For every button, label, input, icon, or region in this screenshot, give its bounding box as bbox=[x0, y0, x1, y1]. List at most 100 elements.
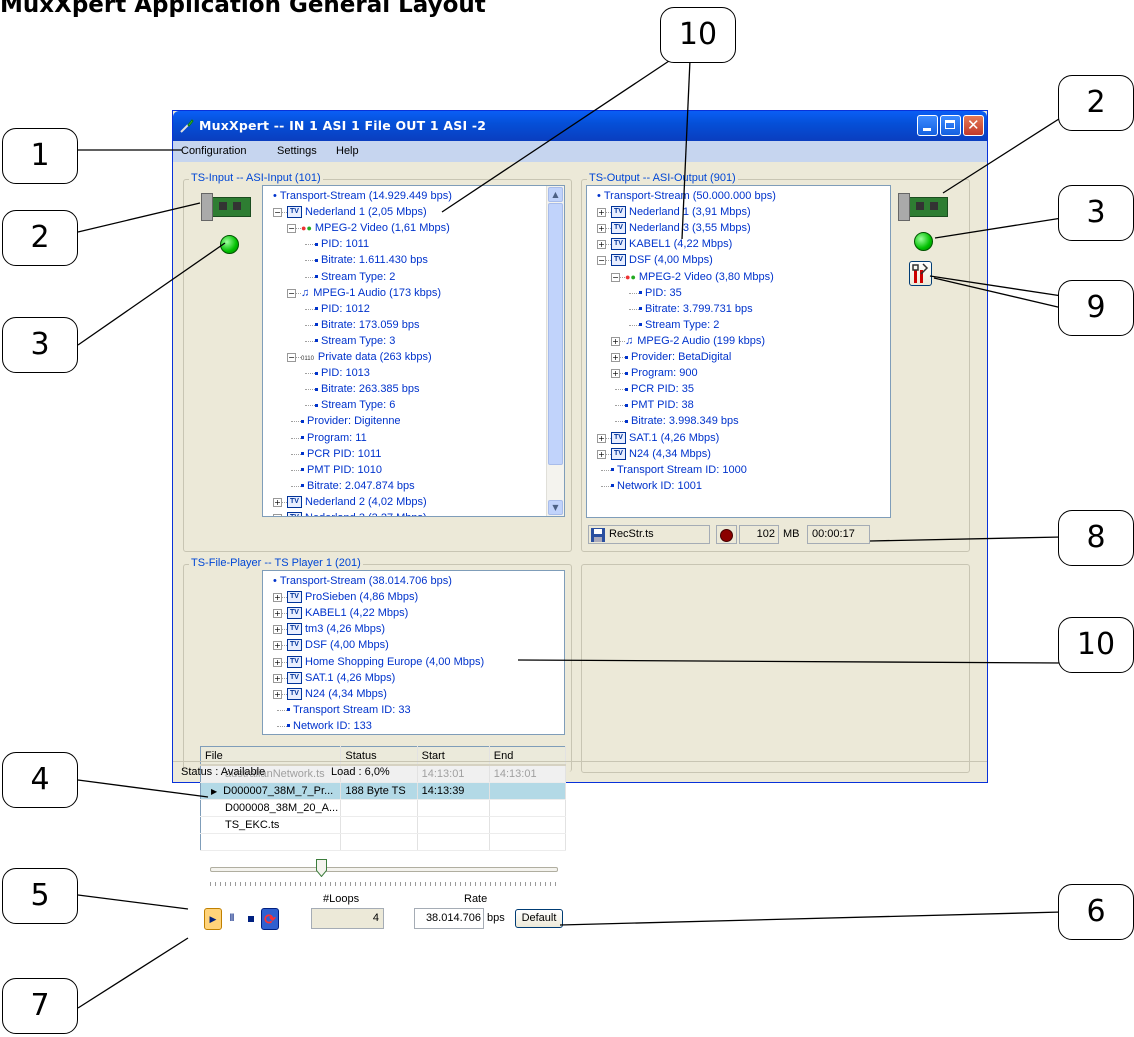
record-file-field[interactable]: RecStr.ts bbox=[588, 525, 710, 544]
tree-node[interactable]: TV KABEL1 (4,22 Mbps) bbox=[287, 606, 408, 620]
tree-node[interactable]: Bitrate: 3.998.349 bps bbox=[625, 414, 739, 428]
ts-input-tree[interactable]: ▲ ▼ • Transport-Stream (14.929.449 bps) − T… bbox=[262, 185, 565, 517]
slider-track[interactable] bbox=[210, 867, 558, 872]
expand-icon[interactable]: + bbox=[273, 689, 282, 699]
expand-icon[interactable]: + bbox=[611, 336, 620, 346]
tree-node[interactable]: Network ID: 133 bbox=[287, 719, 372, 733]
expand-icon[interactable]: + bbox=[611, 353, 620, 362]
menu-configuration[interactable]: Configuration bbox=[181, 145, 246, 157]
expand-icon[interactable]: + bbox=[273, 514, 282, 516]
collapse-icon[interactable]: − bbox=[287, 353, 296, 362]
expand-icon[interactable]: + bbox=[597, 224, 606, 234]
expand-icon[interactable]: + bbox=[597, 433, 606, 443]
tree-node[interactable]: PID: 1013 bbox=[315, 366, 370, 380]
ts-output-tree[interactable]: • Transport-Stream (50.000.000 bps) + TV Ned… bbox=[586, 185, 891, 518]
play-button[interactable]: ▶ bbox=[204, 908, 222, 930]
loop-button[interactable]: ⟳ bbox=[261, 908, 279, 930]
tree-node[interactable]: Program: 900 bbox=[625, 366, 698, 380]
tree-node[interactable]: 0110 Private data (263 kbps) bbox=[301, 350, 432, 366]
tree-node[interactable]: PCR PID: 1011 bbox=[301, 447, 381, 461]
scroll-up-icon[interactable]: ▲ bbox=[548, 187, 563, 202]
scroll-down-icon[interactable]: ▼ bbox=[548, 500, 563, 515]
tree-node[interactable]: TV SAT.1 (4,26 Mbps) bbox=[611, 431, 719, 445]
expand-icon[interactable]: + bbox=[273, 593, 282, 603]
tree-node[interactable]: Bitrate: 3.799.731 bps bbox=[639, 302, 753, 316]
tree-node[interactable]: TVNederland 3 (3,27 Mbps) bbox=[287, 511, 427, 516]
tree-node[interactable]: Program: 11 bbox=[301, 431, 367, 445]
collapse-icon[interactable]: − bbox=[611, 272, 620, 282]
tree-node[interactable]: TV Nederland 2 (4,02 Mbps) bbox=[287, 495, 427, 509]
tree-node[interactable]: Stream Type: 2 bbox=[639, 318, 719, 332]
tree-node[interactable]: Bitrate: 263.385 bps bbox=[315, 382, 419, 396]
collapse-icon[interactable]: − bbox=[273, 208, 282, 218]
tree-node[interactable]: Stream Type: 3 bbox=[315, 334, 395, 348]
expand-icon[interactable]: + bbox=[273, 657, 282, 667]
expand-icon[interactable]: + bbox=[597, 240, 606, 250]
tree-node[interactable]: TV Home Shopping Europe (4,00 Mbps) bbox=[287, 655, 484, 669]
expand-icon[interactable]: + bbox=[273, 497, 282, 507]
tree-node[interactable]: TV Nederland 1 (2,05 Mbps) bbox=[287, 205, 427, 219]
pause-button[interactable]: ‖ bbox=[223, 908, 241, 930]
stop-button[interactable] bbox=[242, 908, 260, 930]
tree-node[interactable]: TV Nederland 3 (3,55 Mbps) bbox=[611, 221, 751, 235]
tree-node[interactable]: PMT PID: 1010 bbox=[301, 463, 382, 477]
tree-node[interactable]: Transport Stream ID: 33 bbox=[287, 703, 411, 717]
close-button[interactable]: ✕ bbox=[963, 115, 984, 136]
maximize-button[interactable] bbox=[940, 115, 961, 136]
tree-node[interactable]: PID: 35 bbox=[639, 286, 682, 300]
expand-icon[interactable]: + bbox=[611, 369, 620, 379]
collapse-icon[interactable]: − bbox=[597, 256, 606, 266]
collapse-icon[interactable]: − bbox=[287, 288, 296, 298]
record-button[interactable] bbox=[716, 525, 737, 544]
tree-node[interactable]: Stream Type: 6 bbox=[315, 398, 395, 412]
rate-field[interactable]: 38.014.706 bbox=[414, 908, 484, 929]
tree-node[interactable]: • Transport-Stream (50.000.000 bps) bbox=[597, 189, 776, 203]
input-tree-scrollbar[interactable]: ▲ ▼ bbox=[546, 186, 564, 516]
tree-node[interactable]: TV SAT.1 (4,26 Mbps) bbox=[287, 671, 395, 685]
file-row[interactable]: TS_EKC.ts bbox=[200, 816, 567, 834]
tree-node[interactable]: Bitrate: 1.611.430 bps bbox=[315, 253, 428, 267]
tree-node[interactable]: Network ID: 1001 bbox=[611, 479, 702, 493]
tree-node[interactable]: PCR PID: 35 bbox=[625, 382, 694, 396]
tree-node[interactable]: ♫ MPEG-2 Audio (199 kbps) bbox=[625, 334, 765, 348]
expand-icon[interactable]: + bbox=[597, 208, 606, 218]
default-button[interactable]: Default bbox=[515, 909, 563, 928]
tree-node[interactable]: Transport Stream ID: 1000 bbox=[611, 463, 747, 477]
file-row[interactable]: D000008_38M_20_A... bbox=[200, 799, 567, 817]
tree-node[interactable]: PMT PID: 38 bbox=[625, 398, 694, 412]
collapse-icon[interactable]: − bbox=[287, 224, 296, 234]
tree-node[interactable]: TV N24 (4,34 Mbps) bbox=[287, 687, 387, 701]
loops-field[interactable]: 4 bbox=[311, 908, 384, 929]
tree-node[interactable]: • Transport-Stream (14.929.449 bps) bbox=[273, 189, 452, 203]
menu-settings[interactable]: Settings bbox=[277, 145, 317, 157]
tree-node[interactable]: TV tm3 (4,26 Mbps) bbox=[287, 622, 385, 636]
slider-thumb[interactable] bbox=[315, 859, 327, 878]
tree-node[interactable]: PID: 1012 bbox=[315, 302, 370, 316]
tree-node[interactable]: TV Nederland 1 (3,91 Mbps) bbox=[611, 205, 751, 219]
tree-node[interactable]: TV DSF (4,00 Mbps) bbox=[287, 638, 389, 652]
tree-node[interactable]: Stream Type: 2 bbox=[315, 270, 395, 284]
tree-node[interactable]: TV DSF (4,00 Mbps) bbox=[611, 253, 713, 267]
file-row[interactable]: ▶ D000007_38M_7_Pr... 188 Byte TS 14:13:39 bbox=[200, 782, 567, 800]
output-settings-button[interactable] bbox=[909, 261, 932, 286]
tree-node[interactable]: TV N24 (4,34 Mbps) bbox=[611, 447, 711, 461]
scroll-thumb[interactable] bbox=[548, 203, 563, 465]
tree-node[interactable]: Bitrate: 173.059 bps bbox=[315, 318, 419, 332]
expand-icon[interactable]: + bbox=[597, 449, 606, 459]
expand-icon[interactable]: + bbox=[273, 673, 282, 683]
expand-icon[interactable]: + bbox=[273, 609, 282, 619]
menu-help[interactable]: Help bbox=[336, 145, 359, 157]
tree-node[interactable]: Provider: Digitenne bbox=[301, 414, 401, 428]
title-bar[interactable]: MuxXpert -- IN 1 ASI 1 File OUT 1 ASI -2… bbox=[173, 111, 987, 141]
tree-node[interactable]: ●● MPEG-2 Video (3,80 Mbps) bbox=[625, 270, 774, 284]
tree-node[interactable]: Provider: BetaDigital bbox=[625, 350, 731, 364]
tree-node[interactable]: ♫ MPEG-1 Audio (173 kbps) bbox=[301, 286, 441, 300]
minimize-button[interactable] bbox=[917, 115, 938, 136]
tree-node[interactable]: PID: 1011 bbox=[315, 237, 369, 251]
tree-node[interactable]: ●● MPEG-2 Video (1,61 Mbps) bbox=[301, 221, 450, 235]
tree-node[interactable]: • Transport-Stream (38.014.706 bps) bbox=[273, 574, 452, 588]
expand-icon[interactable]: + bbox=[273, 641, 282, 651]
tree-node[interactable]: TV KABEL1 (4,22 Mbps) bbox=[611, 237, 732, 251]
file-player-tree[interactable]: • Transport-Stream (38.014.706 bps) + TV Pro… bbox=[262, 570, 565, 735]
tree-node[interactable]: Bitrate: 2.047.874 bps bbox=[301, 479, 415, 493]
